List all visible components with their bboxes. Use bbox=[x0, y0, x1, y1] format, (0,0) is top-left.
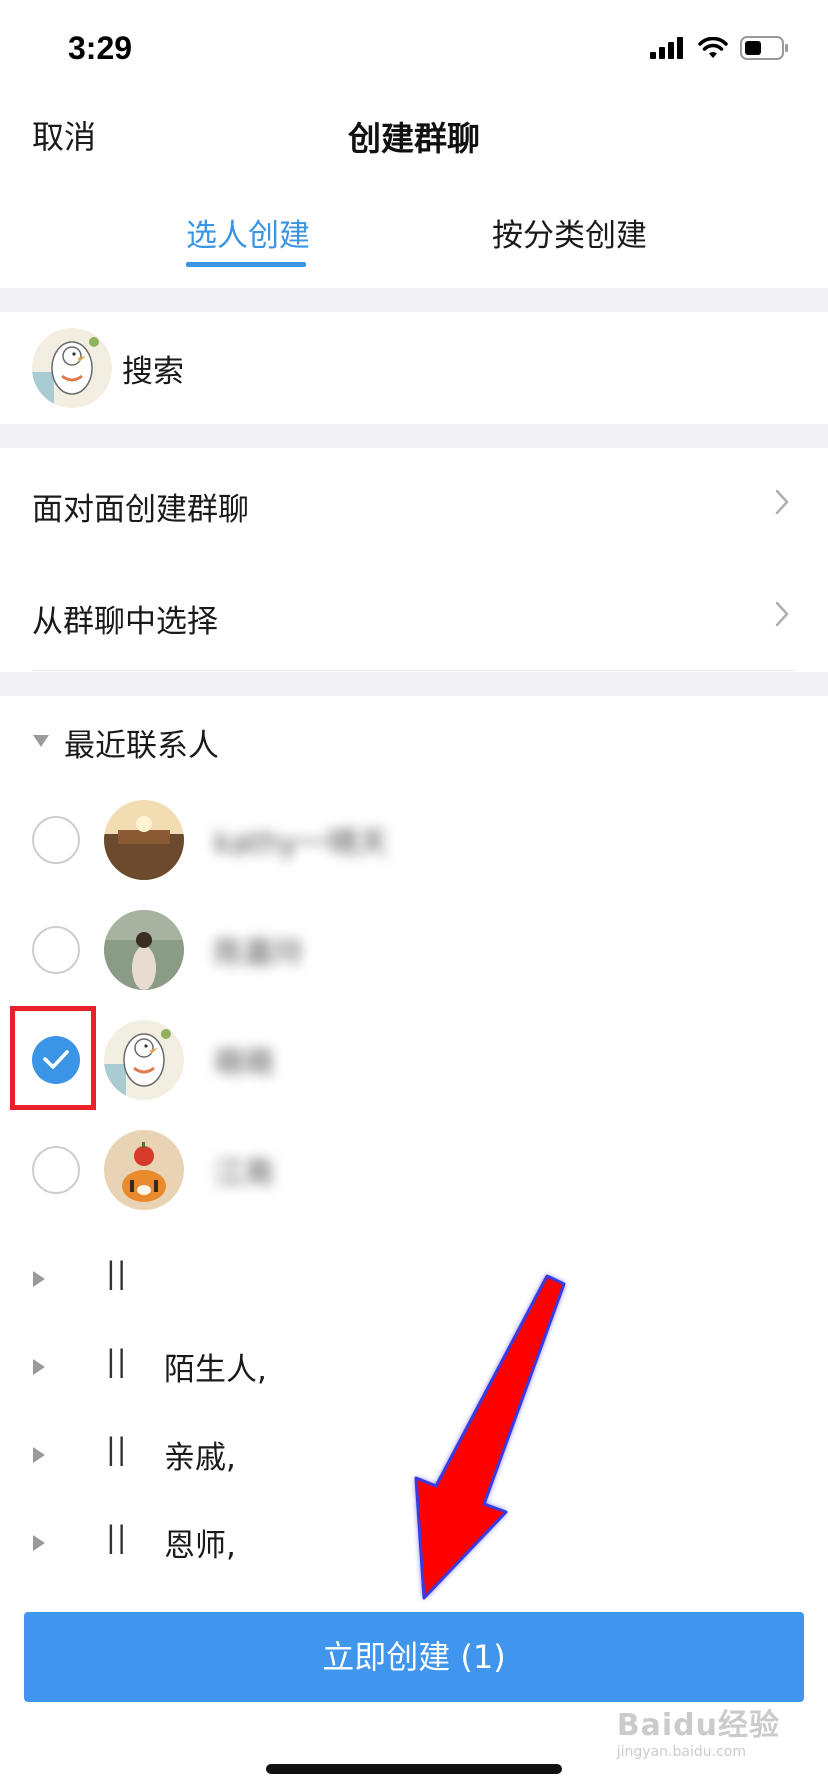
select-checkbox[interactable] bbox=[32, 926, 80, 974]
status-icons bbox=[650, 36, 790, 60]
watermark-url: jingyan.baidu.com bbox=[616, 1744, 746, 1760]
page-title: 创建群聊 bbox=[348, 119, 480, 158]
watermark-brand: Baidu经验 bbox=[616, 1708, 780, 1743]
triangle-right-icon bbox=[33, 1535, 45, 1551]
group-header[interactable]: || 陌生人, bbox=[0, 1320, 828, 1408]
avatar bbox=[104, 1020, 184, 1100]
group-bars: || bbox=[106, 1344, 128, 1378]
contact-name: 江南 bbox=[214, 1156, 274, 1191]
signal-icon bbox=[650, 37, 683, 59]
group-header[interactable]: || 恩师, bbox=[0, 1496, 828, 1584]
watermark: Baidu经验 jingyan.baidu.com bbox=[617, 1700, 780, 1760]
select-checkbox-checked[interactable] bbox=[32, 1036, 80, 1084]
chevron-right-icon bbox=[775, 601, 789, 627]
triangle-right-icon bbox=[33, 1359, 45, 1375]
group-bars: || bbox=[106, 1520, 128, 1554]
wifi-icon bbox=[698, 37, 728, 58]
divider bbox=[32, 670, 796, 671]
contact-name: kathy一晴天 bbox=[214, 826, 388, 861]
contact-name: 陈嘉玲 bbox=[214, 936, 304, 971]
avatar bbox=[104, 910, 184, 990]
active-tab-indicator bbox=[186, 262, 306, 267]
cancel-button[interactable]: 取消 bbox=[32, 112, 96, 158]
recent-contacts-header[interactable]: 最近联系人 bbox=[0, 696, 828, 784]
status-bar: 3:29 bbox=[0, 0, 828, 100]
select-from-group-row[interactable]: 从群聊中选择 bbox=[0, 560, 828, 672]
group-name: 恩师, bbox=[164, 1528, 236, 1564]
battery-icon bbox=[740, 36, 788, 60]
group-name: 亲戚, bbox=[164, 1440, 236, 1476]
menu-label: 面对面创建群聊 bbox=[32, 492, 249, 528]
tab-bar: 选人创建 按分类创建 bbox=[0, 200, 828, 272]
avatar bbox=[104, 1130, 184, 1210]
menu-label: 从群聊中选择 bbox=[32, 604, 218, 640]
face-to-face-create-row[interactable]: 面对面创建群聊 bbox=[0, 448, 828, 560]
contact-row[interactable]: 萌萌 bbox=[0, 1004, 828, 1114]
group-bars: || bbox=[106, 1432, 128, 1466]
search-row[interactable]: 搜索 bbox=[0, 312, 828, 424]
home-indicator bbox=[266, 1764, 562, 1774]
search-label: 搜索 bbox=[122, 354, 184, 390]
group-bars: || bbox=[106, 1256, 128, 1290]
triangle-down-icon bbox=[33, 735, 49, 747]
contact-row[interactable]: 江南 bbox=[0, 1114, 828, 1224]
contact-row[interactable]: kathy一晴天 bbox=[0, 784, 828, 894]
nav-bar: 取消 创建群聊 bbox=[0, 100, 828, 164]
chevron-right-icon bbox=[775, 489, 789, 515]
status-time: 3:29 bbox=[68, 30, 133, 66]
group-header[interactable]: || 亲戚, bbox=[0, 1408, 828, 1496]
section-gap bbox=[0, 424, 828, 448]
group-label: 最近联系人 bbox=[64, 728, 219, 764]
select-checkbox[interactable] bbox=[32, 1146, 80, 1194]
avatar bbox=[32, 328, 112, 408]
avatar bbox=[104, 800, 184, 880]
section-gap bbox=[0, 288, 828, 312]
tab-by-category[interactable]: 按分类创建 bbox=[492, 210, 647, 255]
tab-select-people[interactable]: 选人创建 bbox=[186, 210, 310, 255]
triangle-right-icon bbox=[33, 1271, 45, 1287]
checkmark-icon bbox=[43, 1050, 69, 1069]
group-header[interactable]: || bbox=[0, 1232, 828, 1320]
create-now-button[interactable]: 立即创建 (1) bbox=[24, 1612, 804, 1702]
section-gap bbox=[0, 672, 828, 696]
contact-row[interactable]: 陈嘉玲 bbox=[0, 894, 828, 1004]
contact-name: 萌萌 bbox=[214, 1046, 274, 1081]
triangle-right-icon bbox=[33, 1447, 45, 1463]
select-checkbox[interactable] bbox=[32, 816, 80, 864]
group-name: 陌生人, bbox=[164, 1352, 267, 1388]
